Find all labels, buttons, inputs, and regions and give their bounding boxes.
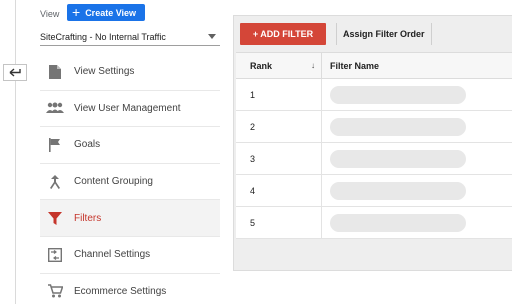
sidebar-item-goals[interactable]: Goals [40, 127, 220, 164]
table-row[interactable]: 3 [236, 143, 512, 175]
create-view-button[interactable]: + Create View [67, 4, 145, 21]
sidebar-item-view-settings[interactable]: View Settings [40, 54, 220, 91]
users-icon [46, 99, 64, 117]
rank-cell: 5 [236, 207, 322, 238]
table-row[interactable]: 1 [236, 79, 512, 111]
filters-table: Rank ↓ Filter Name 1 2 3 4 5 [236, 52, 512, 239]
channel-icon [46, 246, 64, 264]
sidebar-item-channel-settings[interactable]: Channel Settings [40, 237, 220, 274]
rank-cell: 4 [236, 175, 322, 206]
sidebar-item-label: View User Management [74, 102, 181, 114]
filter-name-cell[interactable] [322, 143, 512, 174]
table-row[interactable]: 4 [236, 175, 512, 207]
sidebar-item-label: Goals [74, 139, 101, 151]
sidebar-item-label: Channel Settings [74, 249, 151, 261]
view-settings-menu: View Settings View User Management Goals… [40, 54, 220, 304]
table-row[interactable]: 2 [236, 111, 512, 143]
cart-icon [46, 282, 64, 300]
rank-cell: 3 [236, 143, 322, 174]
funnel-icon [46, 209, 64, 227]
merge-icon [46, 173, 64, 191]
filter-name-header-label: Filter Name [330, 60, 380, 71]
back-arrow-icon [9, 68, 21, 77]
flag-icon [46, 136, 64, 154]
table-row[interactable]: 5 [236, 207, 512, 239]
view-selector[interactable]: SiteCrafting - No Internal Traffic [40, 28, 220, 46]
sidebar-item-label: Content Grouping [74, 176, 153, 188]
sidebar-item-label: Filters [74, 212, 102, 224]
add-filter-button[interactable]: + ADD FILTER [240, 23, 326, 45]
filter-name-cell[interactable] [322, 111, 512, 142]
rank-cell: 2 [236, 111, 322, 142]
rank-cell: 1 [236, 79, 322, 110]
create-view-label: Create View [85, 7, 137, 18]
sidebar-item-view-user-management[interactable]: View User Management [40, 91, 220, 128]
filter-name-column-header[interactable]: Filter Name [322, 53, 512, 78]
document-icon [46, 63, 64, 81]
sidebar-item-filters[interactable]: Filters [40, 200, 220, 237]
rank-column-header[interactable]: Rank ↓ [236, 53, 322, 78]
sort-down-icon: ↓ [311, 61, 315, 70]
filter-name-cell[interactable] [322, 79, 512, 110]
redacted-filter-name [330, 213, 466, 232]
redacted-filter-name [330, 85, 466, 104]
back-button[interactable] [3, 64, 27, 81]
rank-header-label: Rank [250, 60, 273, 71]
filter-name-cell[interactable] [322, 175, 512, 206]
sidebar-item-content-grouping[interactable]: Content Grouping [40, 164, 220, 201]
assign-filter-order-button[interactable]: Assign Filter Order [336, 23, 432, 45]
redacted-filter-name [330, 181, 466, 200]
chevron-down-icon [208, 34, 216, 39]
redacted-filter-name [330, 117, 466, 136]
plus-icon: + [72, 4, 81, 20]
sidebar-item-label: Ecommerce Settings [74, 285, 167, 297]
selected-view-text: SiteCrafting - No Internal Traffic [40, 31, 166, 42]
filter-name-cell[interactable] [322, 207, 512, 238]
sidebar-item-label: View Settings [74, 66, 135, 78]
redacted-filter-name [330, 149, 466, 168]
view-label: View [40, 9, 60, 19]
left-rail-divider [15, 0, 16, 304]
table-header: Rank ↓ Filter Name [236, 53, 512, 79]
sidebar-item-ecommerce-settings[interactable]: Ecommerce Settings [40, 274, 220, 304]
